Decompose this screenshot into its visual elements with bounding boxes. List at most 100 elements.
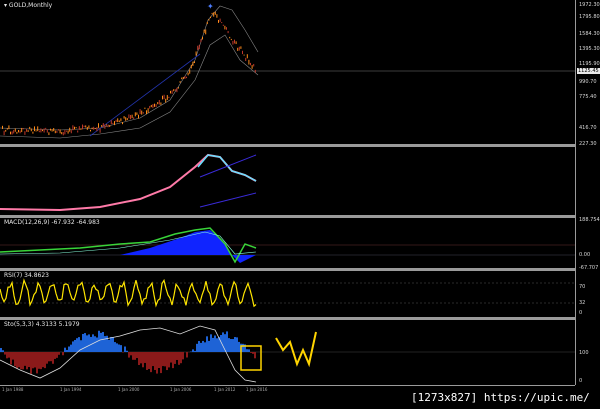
- stoch-bar: [44, 352, 46, 369]
- scale-tick: 775.40: [579, 94, 597, 100]
- stoch-histogram: [0, 330, 256, 374]
- stoch-bar: [88, 334, 90, 352]
- stoch-bar: [198, 341, 200, 352]
- price-candle: [128, 114, 130, 119]
- price-candle: [192, 61, 194, 66]
- price-candle: [8, 125, 10, 130]
- price-candle: [21, 127, 23, 133]
- price-candle: [112, 122, 114, 125]
- price-candle: [56, 130, 58, 133]
- price-candle: [206, 21, 208, 25]
- stoch-bar: [102, 331, 104, 352]
- price-candle: [126, 118, 128, 121]
- stoch-bar: [46, 352, 48, 364]
- price-pane[interactable]: ▾ GOLD,Monthly ✦: [0, 0, 575, 144]
- stoch-bar: [42, 352, 44, 368]
- price-candle: [235, 41, 237, 45]
- price-candle: [186, 76, 187, 79]
- price-candle: [234, 39, 235, 44]
- stoch-bar: [186, 352, 188, 358]
- price-candle: [208, 19, 210, 21]
- price-candle: [18, 130, 19, 133]
- stoch-bar: [128, 352, 130, 358]
- ma-chart: [0, 153, 257, 212]
- price-candle: [243, 54, 245, 56]
- price-candle: [3, 130, 5, 136]
- stoch-chart: [0, 325, 575, 383]
- stoch-bar: [2, 350, 4, 352]
- stoch-bar: [34, 352, 36, 368]
- price-candle: [14, 128, 16, 132]
- price-candle: [238, 46, 240, 51]
- price-candle: [200, 39, 202, 43]
- stoch-bar: [84, 333, 86, 352]
- price-candle: [184, 76, 186, 79]
- price-candle: [77, 130, 79, 133]
- stoch-scale-tick: 100: [579, 350, 589, 356]
- ma-line: [0, 153, 257, 212]
- scale-tick: 227.30: [579, 141, 597, 147]
- price-candle: [62, 132, 64, 136]
- rsi-scale-tick: 70: [579, 284, 586, 290]
- price-candle: [141, 110, 143, 115]
- price-candle: [253, 63, 255, 67]
- price-candle: [32, 131, 34, 134]
- price-candle: [88, 125, 90, 129]
- price-candle: [102, 123, 104, 127]
- stoch-bar: [248, 349, 250, 352]
- price-candle: [230, 38, 232, 41]
- macd-pane[interactable]: MACD(12,26,9) -67.932 -64.983: [0, 218, 575, 268]
- ma-pane[interactable]: [0, 147, 575, 215]
- stoch-bar: [142, 352, 144, 368]
- stoch-bar: [56, 352, 58, 358]
- price-candle: [222, 24, 224, 26]
- price-candle: [93, 126, 95, 130]
- w-pattern-drawing: [275, 331, 317, 368]
- stoch-bar: [208, 340, 210, 352]
- price-candle: [85, 125, 87, 128]
- stoch-bar: [94, 336, 96, 352]
- price-candle: [237, 47, 239, 51]
- price-candle: [154, 103, 155, 107]
- rsi-pane[interactable]: RSI(7) 34.8623: [0, 271, 575, 317]
- stoch-bar: [152, 352, 154, 367]
- price-candle: [157, 102, 159, 105]
- price-candle: [64, 129, 66, 135]
- price-candle: [160, 102, 162, 105]
- price-candle: [24, 131, 26, 135]
- stoch-bar: [156, 352, 158, 374]
- price-candle: [174, 89, 176, 91]
- stoch-bar: [136, 352, 138, 359]
- stoch-pane[interactable]: Sto(5,3,3) 4.3133 5.1979: [0, 320, 575, 385]
- price-candle: [232, 40, 234, 45]
- price-candle: [248, 59, 250, 65]
- price-scale[interactable]: 1972.30 1795.80 1584.30 1395.30 1195.90 …: [575, 0, 600, 385]
- price-candle: [6, 128, 8, 130]
- price-candle: [147, 108, 149, 113]
- stoch-bar: [246, 349, 248, 352]
- stoch-bar: [134, 352, 136, 360]
- stoch-bar: [126, 350, 128, 352]
- stoch-bar: [164, 352, 166, 367]
- scale-tick: 416.70: [579, 125, 597, 131]
- price-candle: [27, 130, 29, 133]
- stoch-bar: [238, 341, 240, 352]
- price-candle: [114, 121, 115, 126]
- stoch-bar: [52, 352, 54, 364]
- stoch-bar: [36, 352, 38, 374]
- price-candle: [38, 130, 40, 133]
- stoch-bar: [158, 352, 160, 368]
- price-candle: [42, 129, 43, 132]
- stoch-bar: [118, 344, 120, 352]
- price-candle: [86, 126, 88, 130]
- stoch-bar: [54, 352, 56, 359]
- price-candle: [101, 125, 103, 128]
- price-candle: [96, 127, 98, 132]
- price-candle: [118, 120, 120, 123]
- macd-scale-tick: -67.707: [579, 265, 599, 271]
- price-candle: [104, 124, 106, 129]
- stoch-bar: [6, 352, 8, 359]
- stoch-bar: [50, 352, 52, 362]
- stoch-bar: [150, 352, 152, 373]
- price-candle: [35, 130, 37, 132]
